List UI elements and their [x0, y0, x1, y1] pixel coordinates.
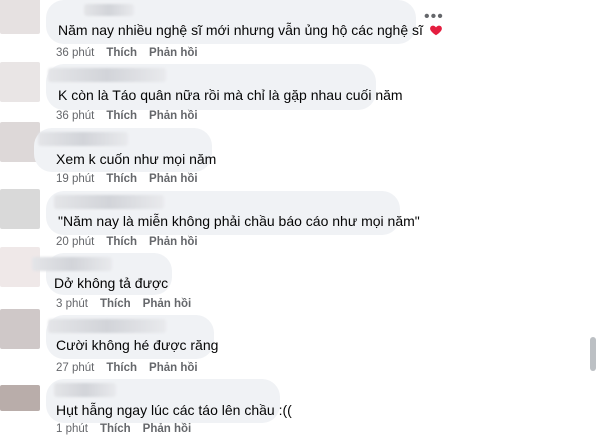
comment-actions: 27 phút Thích Phản hồi	[56, 362, 210, 374]
comment-time[interactable]: 20 phút	[56, 236, 94, 248]
heart-icon	[429, 25, 442, 36]
like-button[interactable]: Thích	[106, 173, 137, 185]
commenter-name[interactable]	[54, 195, 164, 209]
comment-bubble: Hụt hẫng ngay lúc các táo lên chầu :((	[46, 379, 292, 423]
comment-bubble: Xem k cuốn như mọi năm	[34, 128, 216, 172]
comment-bubble: Năm nay nhiều nghệ sĩ mới nhưng vẫn ủng …	[46, 0, 442, 44]
reply-button[interactable]: Phản hồi	[149, 362, 198, 374]
reply-button[interactable]: Phản hồi	[149, 47, 198, 59]
comment-text: Dở không tả được	[54, 275, 169, 291]
commenter-name[interactable]	[48, 68, 166, 82]
avatar[interactable]	[0, 309, 40, 349]
comment-text: Năm nay nhiều nghệ sĩ mới nhưng vẫn ủng …	[58, 21, 443, 39]
comment-item: Năm nay nhiều nghệ sĩ mới nhưng vẫn ủng …	[0, 0, 590, 62]
comment-text: Xem k cuốn như mọi năm	[56, 151, 217, 167]
comment-time[interactable]: 36 phút	[56, 47, 94, 59]
reply-button[interactable]: Phản hồi	[149, 173, 198, 185]
more-options-icon[interactable]: •••	[424, 9, 444, 25]
comment-bubble: Dở không tả được	[32, 253, 172, 295]
comment-time[interactable]: 1 phút	[56, 423, 88, 435]
comment-item: K còn là Táo quân nữa rồi mà chỉ là gặp …	[0, 62, 590, 124]
comment-item: "Năm nay là miễn không phải chầu báo cáo…	[0, 187, 590, 249]
comment-actions: 20 phút Thích Phản hồi	[56, 236, 210, 248]
avatar[interactable]	[0, 62, 40, 102]
commenter-name[interactable]	[32, 257, 112, 271]
reply-button[interactable]: Phản hồi	[149, 236, 198, 248]
commenter-name[interactable]	[48, 319, 166, 333]
comment-actions: 36 phút Thích Phản hồi	[56, 110, 210, 122]
like-button[interactable]: Thích	[100, 423, 131, 435]
avatar[interactable]	[0, 189, 40, 229]
commenter-name[interactable]	[84, 4, 134, 16]
reply-button[interactable]: Phản hồi	[149, 110, 198, 122]
commenter-name[interactable]	[54, 383, 116, 397]
comment-text: Cười không hé được răng	[56, 337, 219, 353]
comment-actions: 1 phút Thích Phản hồi	[56, 423, 203, 435]
comment-item: Dở không tả được 3 phút Thích Phản hồi	[0, 247, 590, 310]
comment-item: Hụt hẫng ngay lúc các táo lên chầu :(( 1…	[0, 375, 590, 435]
comment-actions: 19 phút Thích Phản hồi	[56, 173, 210, 185]
scrollbar-thumb[interactable]	[590, 337, 596, 371]
like-button[interactable]: Thích	[106, 362, 137, 374]
reply-button[interactable]: Phản hồi	[143, 423, 192, 435]
comment-item: Cười không hé được răng 27 phút Thích Phản…	[0, 307, 590, 374]
comment-bubble: K còn là Táo quân nữa rồi mà chỉ là gặp …	[46, 64, 403, 110]
comment-text: Hụt hẫng ngay lúc các táo lên chầu :((	[56, 402, 292, 418]
comment-time[interactable]: 19 phút	[56, 173, 94, 185]
avatar[interactable]	[0, 0, 40, 34]
comment-text: K còn là Táo quân nữa rồi mà chỉ là gặp …	[58, 87, 403, 103]
comment-time[interactable]: 36 phút	[56, 110, 94, 122]
commenter-name[interactable]	[38, 132, 128, 146]
comment-text: "Năm nay là miễn không phải chầu báo cáo…	[58, 213, 420, 229]
comment-bubble: "Năm nay là miễn không phải chầu báo cáo…	[46, 191, 420, 235]
comment-actions: 36 phút Thích Phản hồi	[56, 47, 210, 59]
comment-bubble: Cười không hé được răng	[46, 315, 218, 359]
like-button[interactable]: Thích	[106, 110, 137, 122]
like-button[interactable]: Thích	[106, 236, 137, 248]
like-button[interactable]: Thích	[106, 47, 137, 59]
comment-time[interactable]: 27 phút	[56, 362, 94, 374]
comment-item: Xem k cuốn như mọi năm 19 phút Thích Phản …	[0, 122, 590, 187]
avatar[interactable]	[0, 385, 40, 411]
